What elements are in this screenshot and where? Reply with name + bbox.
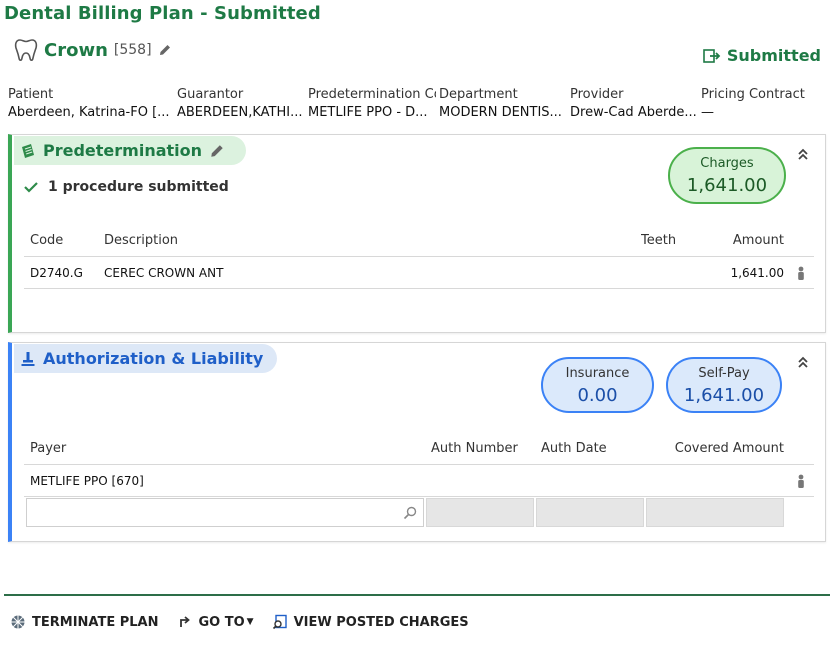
info-patient[interactable]: Patient Aberdeen, Katrina-FO [... xyxy=(8,86,172,123)
selfpay-pill: Self-Pay 1,641.00 xyxy=(666,357,782,413)
stamp-icon xyxy=(21,351,35,366)
submitted-status: 1 procedure submitted xyxy=(24,179,229,195)
column-header-description[interactable]: Description xyxy=(104,225,304,257)
info-label: Department xyxy=(439,87,518,102)
plan-id: [558] xyxy=(113,42,152,58)
column-header-auth-date[interactable]: Auth Date xyxy=(541,433,641,465)
plan-header: Crown [558] xyxy=(14,36,172,64)
info-value: METLIFE PPO - D... xyxy=(308,105,428,120)
info-label: Predetermination Co xyxy=(308,87,436,102)
info-pricing-contract[interactable]: Pricing Contract — xyxy=(701,86,827,123)
claim-form-icon xyxy=(22,143,34,158)
row-teeth xyxy=(641,257,691,289)
charges-value: 1,641.00 xyxy=(686,175,768,196)
predetermination-title-text: Predetermination xyxy=(43,141,203,160)
info-label: Guarantor xyxy=(177,87,244,102)
row-auth-number xyxy=(431,465,531,497)
info-value: ABERDEEN,KATHI... xyxy=(177,105,303,120)
collapse-up-icon[interactable] xyxy=(797,147,809,161)
submitted-text: 1 procedure submitted xyxy=(48,179,229,195)
info-label: Pricing Contract xyxy=(701,87,805,102)
charges-pill: Charges 1,641.00 xyxy=(668,147,786,204)
row-payer: METLIFE PPO [670] xyxy=(30,474,144,488)
info-value: — xyxy=(701,105,714,120)
pencil-icon[interactable] xyxy=(209,143,225,159)
authorization-title: Authorization & Liability xyxy=(14,344,278,373)
row-code: D2740.G xyxy=(30,266,83,280)
view-charges-icon xyxy=(272,614,287,630)
plan-status-label: Submitted xyxy=(726,46,821,65)
info-provider[interactable]: Provider Drew-Cad Aberde... xyxy=(570,86,696,123)
collapse-up-icon[interactable] xyxy=(797,355,809,369)
payer-search-input[interactable] xyxy=(27,499,397,526)
authorization-section: Authorization & Liability Insurance 0.00… xyxy=(8,342,826,542)
table-row[interactable]: D2740.G CEREC CROWN ANT 1,641.00 xyxy=(24,257,814,289)
terminate-plan-button[interactable]: TERMINATE PLAN xyxy=(10,614,159,630)
row-amount: 1,641.00 xyxy=(730,266,784,280)
info-label: Provider xyxy=(570,87,624,102)
footer-actions: TERMINATE PLAN GO TO ▼ VIEW POSTED CHARG… xyxy=(10,612,487,632)
footer-divider xyxy=(4,594,830,596)
chevron-down-icon: ▼ xyxy=(246,617,254,627)
add-payer-row xyxy=(24,497,814,529)
column-header-auth-number[interactable]: Auth Number xyxy=(431,433,531,465)
procedure-table: Code Description Teeth Amount D2740.G CE… xyxy=(24,225,814,289)
view-posted-charges-button[interactable]: VIEW POSTED CHARGES xyxy=(272,614,469,630)
person-icon[interactable] xyxy=(796,266,806,280)
info-value: Aberdeen, Katrina-FO [... xyxy=(8,105,170,120)
predetermination-section: Predetermination 1 procedure submitted C… xyxy=(8,134,826,333)
info-label: Patient xyxy=(8,87,54,102)
predetermination-title: Predetermination xyxy=(14,136,247,165)
auth-date-field-disabled xyxy=(536,498,644,527)
go-to-menu-button[interactable]: GO TO ▼ xyxy=(177,614,254,630)
plan-info-grid: Patient Aberdeen, Katrina-FO [... Guaran… xyxy=(0,86,831,124)
pencil-icon[interactable] xyxy=(158,43,172,57)
selfpay-value: 1,641.00 xyxy=(683,385,765,406)
row-description: CEREC CROWN ANT xyxy=(104,266,224,280)
info-predetermination-co[interactable]: Predetermination Co METLIFE PPO - D... xyxy=(308,86,436,123)
terminate-plan-label: TERMINATE PLAN xyxy=(32,614,159,630)
column-header-code[interactable]: Code xyxy=(30,225,90,257)
person-icon[interactable] xyxy=(796,474,806,488)
info-department[interactable]: Department MODERN DENTIS... xyxy=(439,86,565,123)
row-covered-amount xyxy=(664,465,784,497)
authorization-title-text: Authorization & Liability xyxy=(43,349,264,368)
table-row[interactable]: METLIFE PPO [670] xyxy=(24,465,814,497)
search-icon[interactable] xyxy=(403,506,417,520)
auth-number-field-disabled xyxy=(426,498,534,527)
info-guarantor[interactable]: Guarantor ABERDEEN,KATHI... xyxy=(177,86,303,123)
column-header-covered-amount[interactable]: Covered Amount xyxy=(664,433,784,465)
table-header: Code Description Teeth Amount xyxy=(24,225,814,257)
payer-search-field[interactable] xyxy=(26,498,424,527)
info-value: Drew-Cad Aberde... xyxy=(570,105,696,120)
insurance-label: Insurance xyxy=(565,366,630,381)
plan-name: Crown xyxy=(44,39,108,61)
table-header: Payer Auth Number Auth Date Covered Amou… xyxy=(24,433,814,465)
selfpay-label: Self-Pay xyxy=(698,366,750,381)
plan-status: Submitted xyxy=(703,46,821,65)
insurance-value: 0.00 xyxy=(577,385,618,406)
column-header-payer[interactable]: Payer xyxy=(30,433,150,465)
info-value: MODERN DENTIS... xyxy=(439,105,562,120)
submit-arrow-icon xyxy=(703,48,721,63)
column-header-amount[interactable]: Amount xyxy=(714,225,784,257)
go-to-label: GO TO xyxy=(198,614,245,630)
check-icon xyxy=(24,182,38,193)
payer-table: Payer Auth Number Auth Date Covered Amou… xyxy=(24,433,814,529)
charges-label: Charges xyxy=(700,156,754,171)
row-auth-date xyxy=(541,465,641,497)
go-to-arrow-icon xyxy=(179,616,190,627)
insurance-pill: Insurance 0.00 xyxy=(541,357,654,413)
window-title: Dental Billing Plan - Submitted xyxy=(4,3,321,24)
covered-amount-field-disabled xyxy=(646,498,784,527)
column-header-teeth[interactable]: Teeth xyxy=(641,225,691,257)
view-posted-charges-label: VIEW POSTED CHARGES xyxy=(293,614,469,630)
tooth-icon xyxy=(14,39,38,62)
terminate-icon xyxy=(11,615,25,629)
